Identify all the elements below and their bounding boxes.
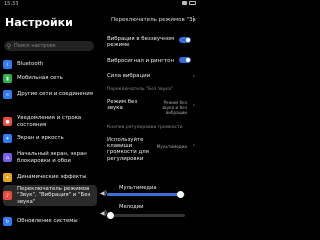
vibrate-ring-label: Вибросигнал и рингтон [107,58,174,64]
media-volume-slider[interactable] [107,191,185,198]
sparkle-icon: ✦ [3,173,12,182]
sidebar-item-label: Динамические эффекты [17,174,87,181]
search-placeholder: Поиск настроек [14,43,56,49]
detail-title: Переключатель режимов "Зв [111,17,196,23]
volume-keys-value: Мультимедиа [156,144,187,149]
vibrate-ring-toggle[interactable] [179,57,191,63]
sidebar-item-label: Другие сети и соединения [17,91,93,98]
silent-switch-section: Переключатель "Без звука" [107,87,173,92]
silent-mode-row[interactable]: Режим без звука Режим без звука и без ви… [107,99,195,115]
sidebar-item-dynamic-effects[interactable]: ✦ Динамические эффекты [3,172,97,183]
sidebar-item-mobile-network[interactable]: ▮ Мобильная сеть [3,73,97,84]
volume-keys-section: Кнопки регулировки громкости [107,125,183,130]
volume-keys-row[interactable]: Используйте клавиши громкости для регули… [107,137,195,162]
status-bar: 15:33 [0,0,200,8]
sidebar-item-home-screen[interactable]: ⌂ Начальный экран, экран блокировки и об… [3,148,97,167]
sidebar-item-sound-modes[interactable]: ♪ Переключатель режимов "Звук", "Вибраци… [3,185,97,206]
sidebar-item-label: Начальный экран, экран блокировки и обои [17,151,87,164]
ringtone-volume-icon: ◀) [100,210,107,217]
silent-mode-label: Режим без звука [107,99,138,112]
sidebar-item-label: Обновление системы [17,218,78,225]
bluetooth-icon: ᛒ [3,60,12,69]
media-volume-knob[interactable] [177,191,184,198]
sidebar-item-system-update[interactable]: ↻ Обновление системы [3,217,97,226]
media-volume-label: Мультимедиа [119,185,157,191]
sound-mode-detail-pane: Переключатель режимов "Зв ⋮ Вибрация в б… [99,8,200,226]
signal-icon [182,1,187,5]
sidebar-item-label: Bluetooth [17,61,44,68]
media-volume-icon: ◀) [100,190,107,197]
sidebar-item-label: Экран и яркость [17,135,64,142]
update-icon: ↻ [3,217,12,226]
settings-list-pane: Настройки ⚲ Поиск настроек ᛒ Bluetooth ▮… [0,8,98,226]
sidebar-item-label: Уведомления и строка состояния [17,115,82,128]
sun-icon: ☀ [3,134,12,143]
status-time: 15:33 [4,1,19,7]
sidebar-item-label: Мобильная сеть [17,75,63,82]
chevron-right-icon: › [192,102,195,109]
ringtone-volume-slider[interactable] [107,212,185,219]
vibrate-silent-toggle[interactable] [179,37,191,43]
vibrate-silent-row[interactable]: Вибрация в беззвучном режиме [107,36,195,48]
vibrate-silent-label: Вибрация в беззвучном режиме [107,36,175,49]
volume-icon: ♪ [3,191,12,200]
search-icon: ⚲ [6,42,12,50]
sidebar-item-label: Переключатель режимов "Звук", "Вибрация"… [17,186,91,205]
silent-mode-value: Режим без звука и без вибрации [161,100,187,115]
search-input[interactable]: ⚲ Поиск настроек [4,41,94,51]
signal-icon: ▮ [3,74,12,83]
chevron-right-icon: › [192,142,195,149]
sidebar-item-notifications[interactable]: ● Уведомления и строка состояния [3,114,97,129]
battery-icon [189,1,196,5]
volume-keys-label: Используйте клавиши громкости для регули… [107,137,149,162]
vibrate-ring-row[interactable]: Вибросигнал и рингтон [107,57,195,64]
status-icons [182,1,196,5]
ringtone-volume-knob[interactable] [107,212,114,219]
home-icon: ⌂ [3,153,12,162]
media-volume-fill [107,193,180,196]
bell-icon: ● [3,117,12,126]
page-title: Настройки [5,16,73,29]
sidebar-item-other-networks[interactable]: ∞ Другие сети и соединения [3,87,97,102]
ringtone-volume-label: Мелодии [119,204,144,210]
more-icon[interactable]: ⋮ [190,15,197,23]
sidebar-item-display[interactable]: ☀ Экран и яркость [3,133,97,144]
link-icon: ∞ [3,90,12,99]
chevron-right-icon: › [192,73,195,80]
vibration-strength-row[interactable]: Сила вибрации › [107,73,195,80]
vibration-strength-label: Сила вибрации [107,73,151,79]
sidebar-item-bluetooth[interactable]: ᛒ Bluetooth [3,59,97,70]
